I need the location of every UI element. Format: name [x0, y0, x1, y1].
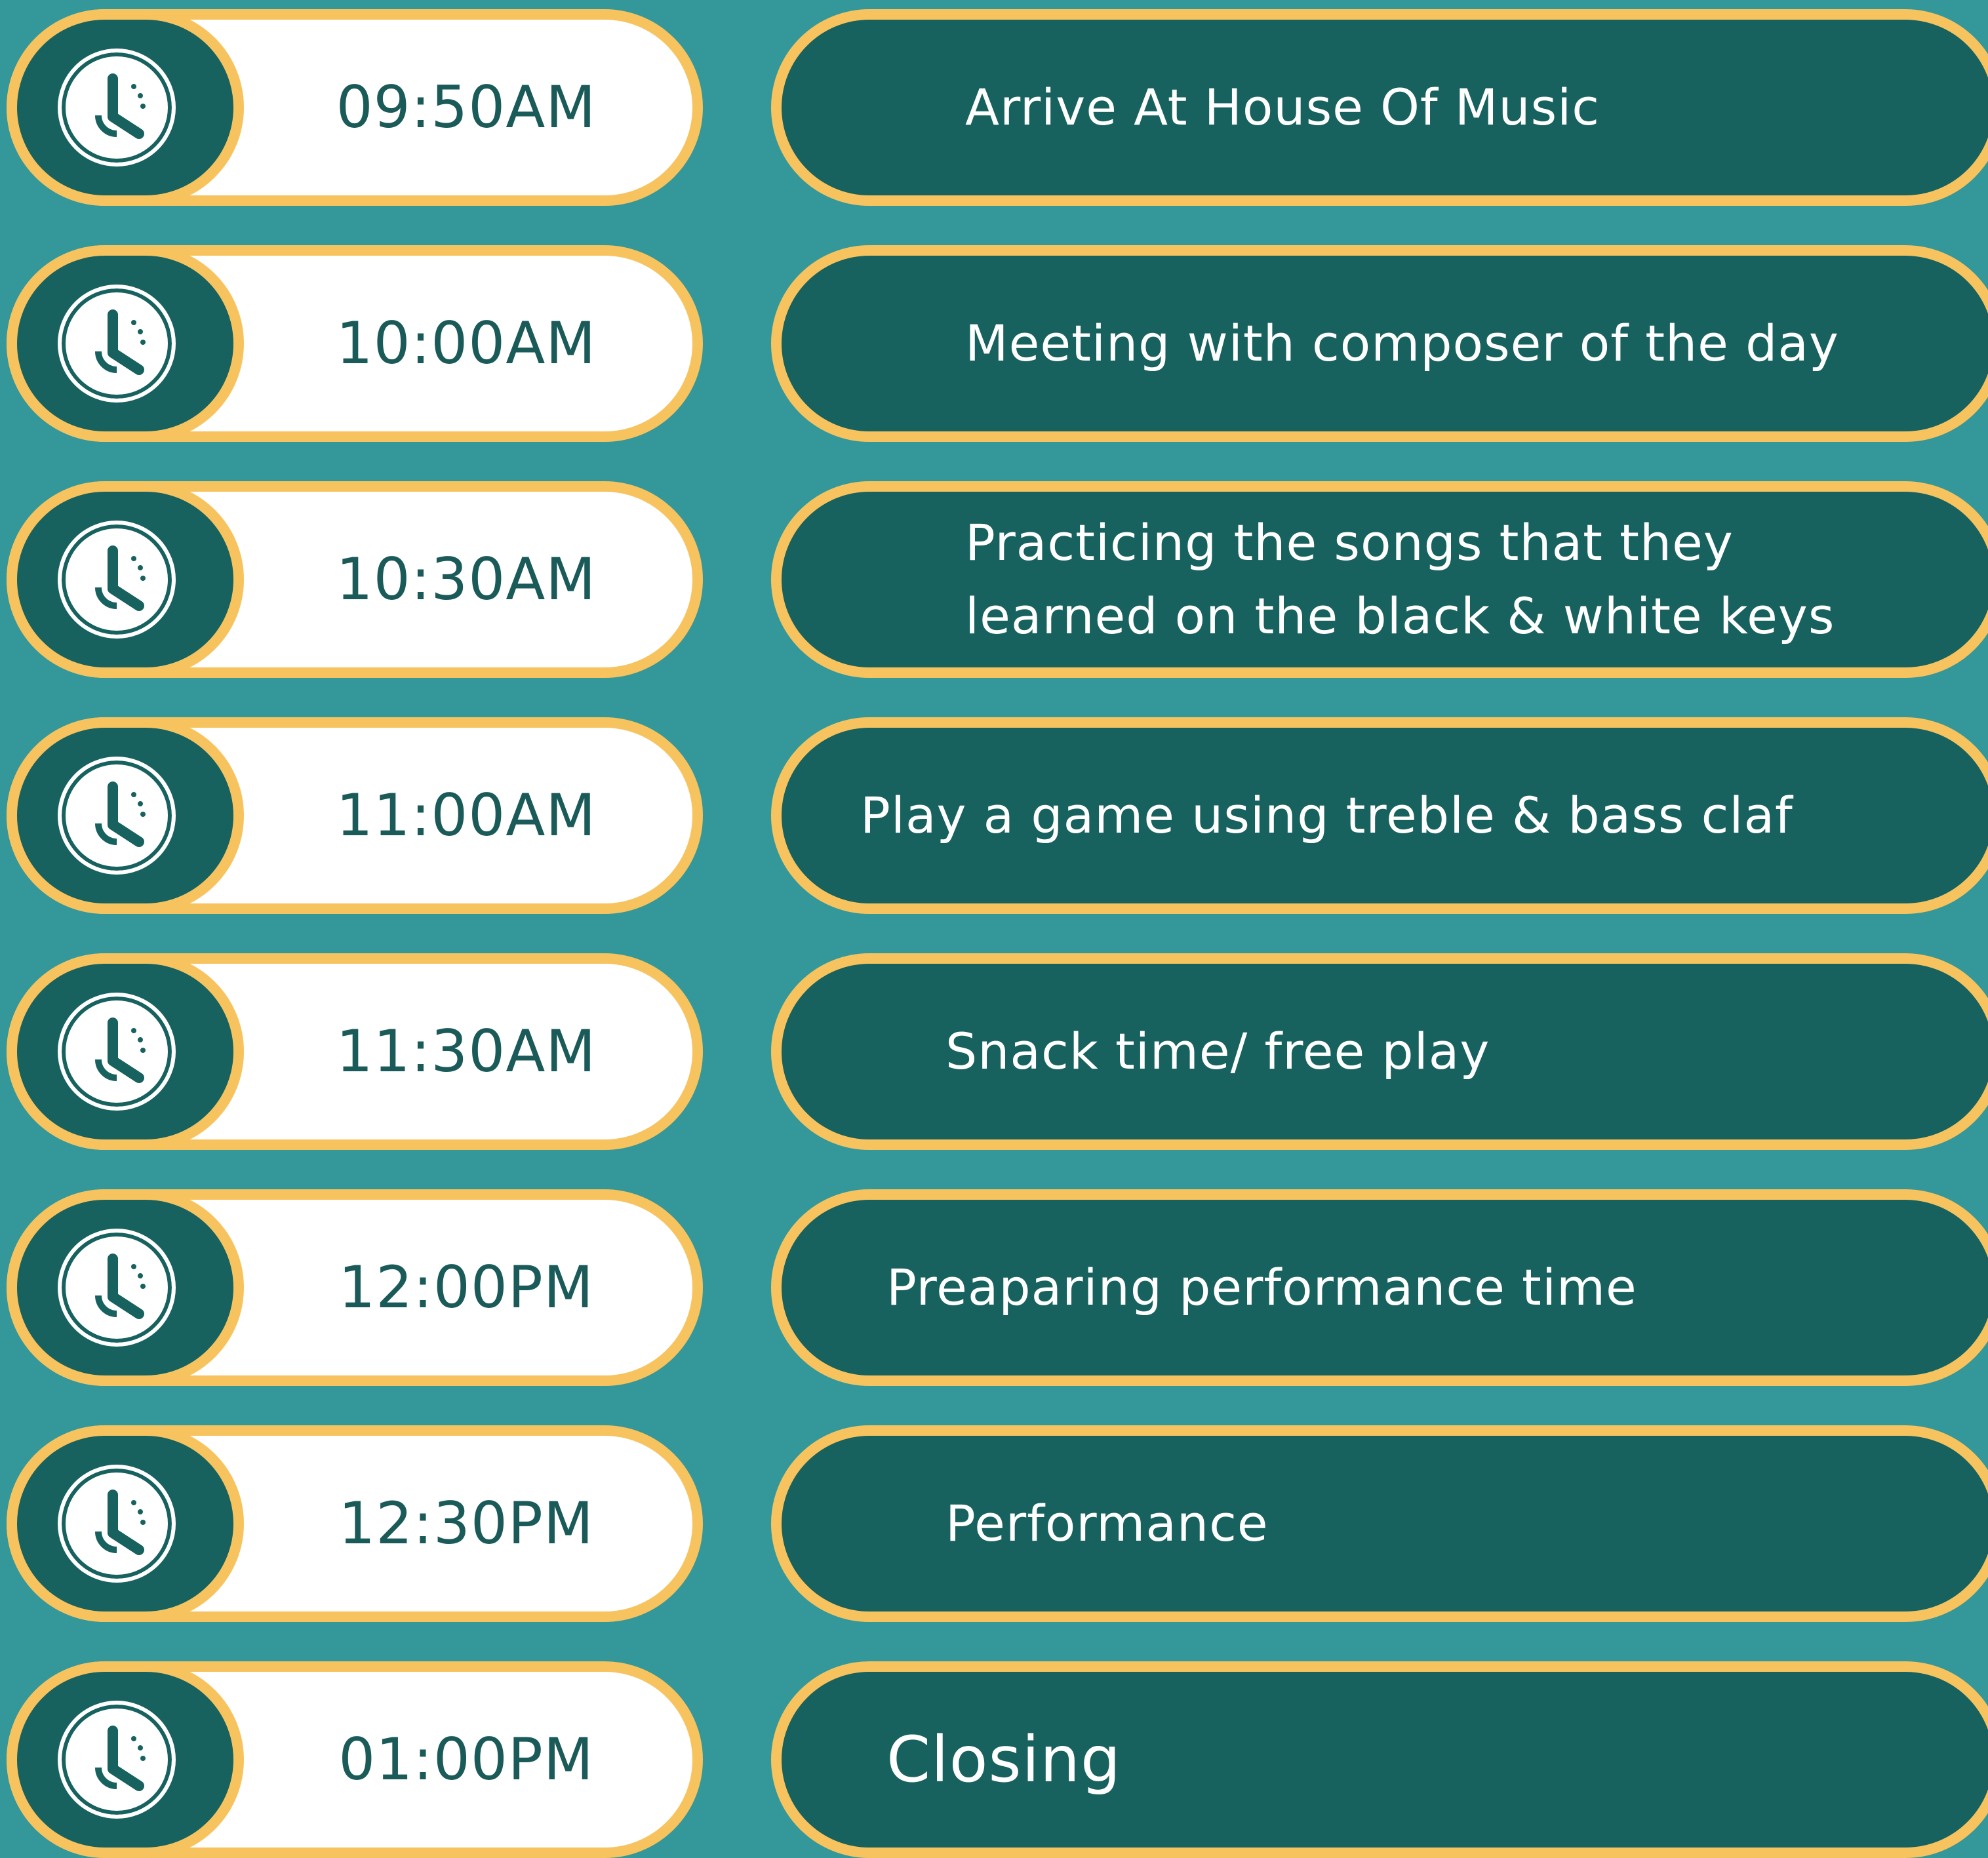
activity-label: Snack time/ free play: [945, 1022, 1490, 1080]
time-label: 12:30PM: [338, 1490, 594, 1557]
schedule-row: 12:00PM Preaparing performance time: [0, 1189, 1988, 1386]
time-label: 12:00PM: [338, 1254, 594, 1321]
activity-pill: Arrive At House Of Music: [771, 9, 1988, 206]
activity-label: Preaparing performance time: [886, 1258, 1637, 1316]
time-label: 11:30AM: [336, 1018, 597, 1085]
schedule-row: 11:30AM Snack time/ free play: [0, 953, 1988, 1150]
schedule-row: 10:30AM Practicing the songs that they l…: [0, 481, 1988, 678]
time-pill: 10:30AM: [7, 481, 703, 678]
clock-icon: [58, 993, 176, 1111]
time-pill: 09:50AM: [7, 9, 703, 206]
activity-label: Closing: [886, 1723, 1121, 1796]
time-label: 01:00PM: [338, 1726, 594, 1793]
time-pill: 11:30AM: [7, 953, 703, 1150]
clock-badge: [7, 717, 244, 914]
time-pill: 01:00PM: [7, 1661, 703, 1858]
activity-pill: Meeting with composer of the day: [771, 245, 1988, 442]
clock-badge: [7, 9, 244, 206]
time-pill: 11:00AM: [7, 717, 703, 914]
activity-pill: Closing: [771, 1661, 1988, 1858]
time-label: 11:00AM: [336, 781, 597, 849]
clock-icon: [58, 285, 176, 403]
schedule-row: 01:00PM Closing: [0, 1661, 1988, 1858]
clock-icon: [58, 1701, 176, 1819]
clock-badge: [7, 245, 244, 442]
schedule-list: 09:50AM Arrive At House Of Music 10:00AM…: [0, 0, 1988, 1858]
clock-badge: [7, 1189, 244, 1386]
clock-badge: [7, 953, 244, 1150]
clock-badge: [7, 1425, 244, 1622]
schedule-row: 11:00AM Play a game using treble & bass …: [0, 717, 1988, 914]
clock-badge: [7, 481, 244, 678]
time-pill: 12:00PM: [7, 1189, 703, 1386]
activity-label: Practicing the songs that they learned o…: [965, 513, 1835, 645]
schedule-row: 09:50AM Arrive At House Of Music: [0, 9, 1988, 206]
activity-pill: Snack time/ free play: [771, 953, 1988, 1150]
activity-pill: Practicing the songs that they learned o…: [771, 481, 1988, 678]
activity-label: Arrive At House Of Music: [965, 78, 1600, 136]
clock-icon: [58, 49, 176, 167]
schedule-row: 10:00AM Meeting with composer of the day: [0, 245, 1988, 442]
activity-pill: Play a game using treble & bass claf: [771, 717, 1988, 914]
time-label: 10:30AM: [336, 545, 597, 613]
time-pill: 10:00AM: [7, 245, 703, 442]
clock-icon: [58, 1465, 176, 1583]
time-pill: 12:30PM: [7, 1425, 703, 1622]
activity-pill: Performance: [771, 1425, 1988, 1622]
activity-label: Play a game using treble & bass claf: [860, 786, 1793, 844]
clock-icon: [58, 521, 176, 639]
time-label: 09:50AM: [336, 73, 597, 141]
clock-icon: [58, 1229, 176, 1347]
time-label: 10:00AM: [336, 309, 597, 377]
activity-pill: Preaparing performance time: [771, 1189, 1988, 1386]
clock-badge: [7, 1661, 244, 1858]
activity-label: Performance: [945, 1494, 1269, 1552]
clock-icon: [58, 757, 176, 875]
activity-label: Meeting with composer of the day: [965, 314, 1839, 372]
schedule-row: 12:30PM Performance: [0, 1425, 1988, 1622]
